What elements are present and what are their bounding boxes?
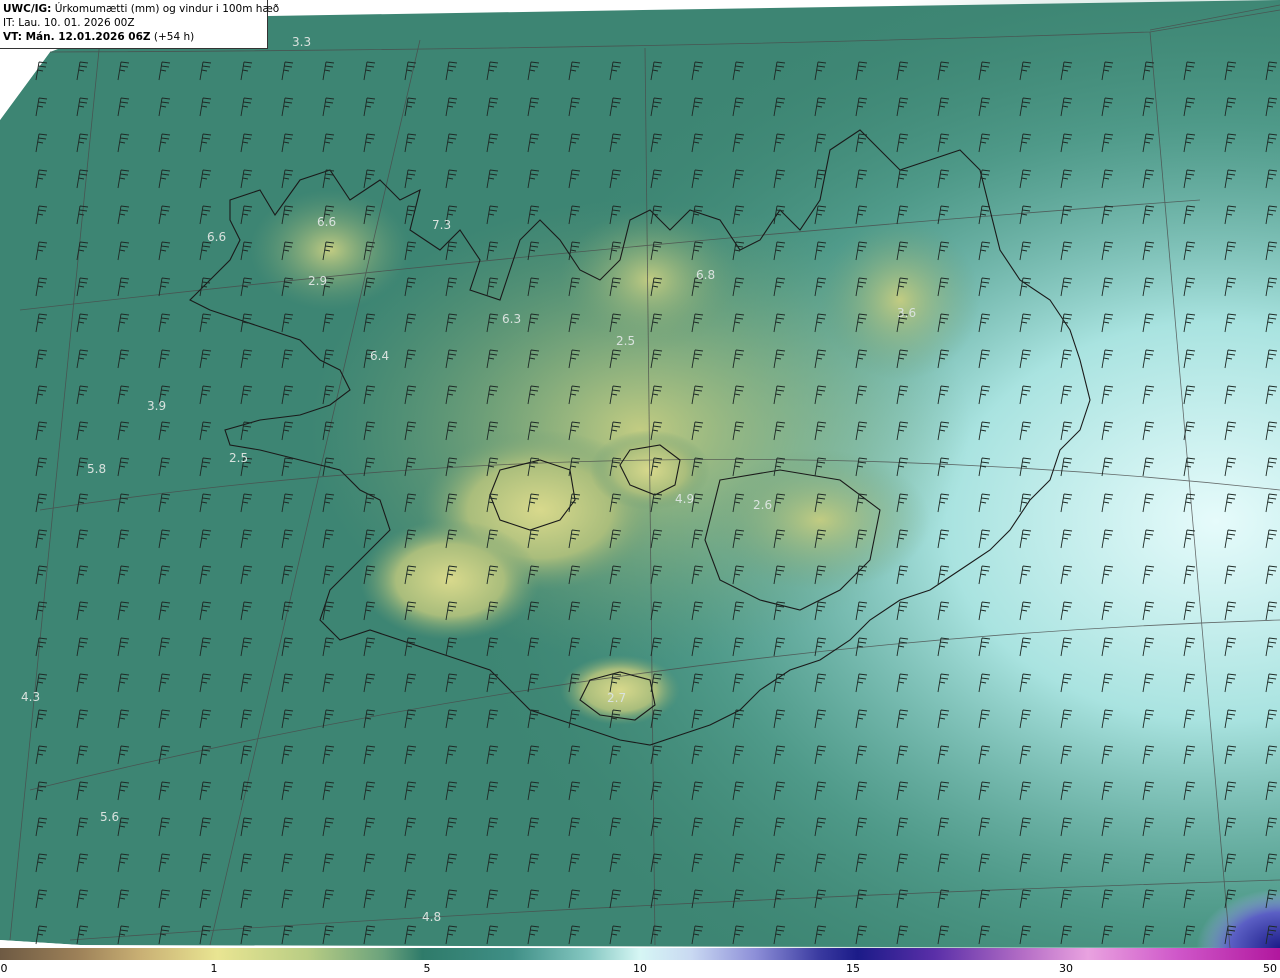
valid-time-row: VT: Mán. 12.01.2026 06Z (+54 h) bbox=[3, 30, 264, 44]
initial-time: IT: Lau. 10. 01. 2026 00Z bbox=[3, 17, 135, 29]
map-label-14: 4.9 bbox=[675, 492, 694, 506]
map-label-13: 2.5 bbox=[229, 451, 248, 465]
colorbar: 0 1 5 10 15 30 50 bbox=[0, 948, 1280, 978]
map-label-19: 4.8 bbox=[422, 910, 441, 924]
colorbar-tick-0: 0 bbox=[0, 962, 8, 975]
map-title: Úrkomumætti (mm) og vindur i 100m hæð bbox=[54, 3, 280, 15]
map-label-16: 4.3 bbox=[21, 690, 40, 704]
weather-map[interactable]: 3.3 6.6 7.3 6.6 2.9 6.8 3.6 6.3 2.5 6.4 … bbox=[0, 0, 1280, 948]
map-label-9: 2.5 bbox=[616, 334, 635, 348]
colorbar-tick-10: 10 bbox=[633, 962, 647, 975]
colorbar-tick-1: 1 bbox=[210, 962, 218, 975]
map-label-8: 6.3 bbox=[502, 312, 521, 326]
colorbar-gradient bbox=[0, 948, 1280, 960]
map-label-4: 6.6 bbox=[207, 230, 226, 244]
title-row: UWC/IG: Úrkomumætti (mm) og vindur i 100… bbox=[3, 2, 279, 16]
colorbar-tick-30: 30 bbox=[1059, 962, 1073, 975]
map-label-15: 2.6 bbox=[753, 498, 772, 512]
map-label-1: 3.3 bbox=[292, 35, 311, 49]
map-label-3: 7.3 bbox=[432, 218, 451, 232]
map-label-5: 2.9 bbox=[308, 274, 327, 288]
lead-time: (+54 h) bbox=[153, 31, 195, 43]
map-label-12: 5.8 bbox=[87, 462, 106, 476]
map-label-6: 6.8 bbox=[696, 268, 715, 282]
map-label-7: 3.6 bbox=[897, 306, 916, 320]
valid-time: VT: Mán. 12.01.2026 06Z bbox=[3, 31, 151, 43]
map-label-11: 3.9 bbox=[147, 399, 166, 413]
model-name: UWC/IG: bbox=[3, 3, 52, 15]
map-info-box: UWC/IG: Úrkomumætti (mm) og vindur i 100… bbox=[0, 0, 279, 49]
colorbar-tick-50: 50 bbox=[1263, 962, 1277, 975]
map-label-18: 5.6 bbox=[100, 810, 119, 824]
map-label-10: 6.4 bbox=[370, 349, 389, 363]
map-label-17: 2.7 bbox=[607, 691, 626, 705]
colorbar-tick-5: 5 bbox=[423, 962, 431, 975]
map-label-2: 6.6 bbox=[317, 215, 336, 229]
colorbar-tick-15: 15 bbox=[846, 962, 860, 975]
